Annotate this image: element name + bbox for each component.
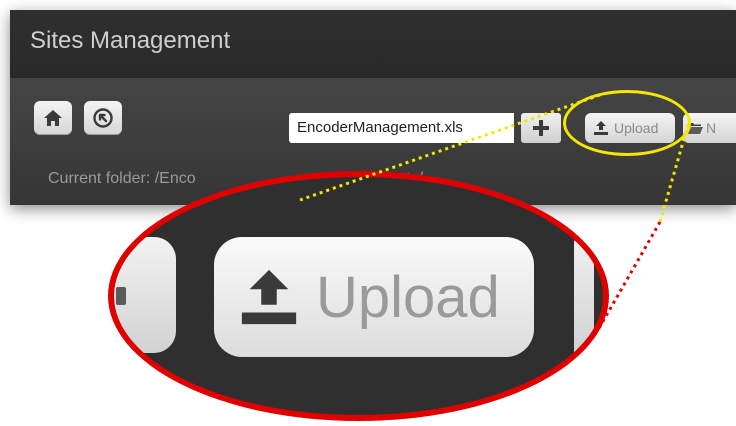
home-button[interactable]: [34, 101, 72, 135]
current-folder-prefix: Current folder: /Enco: [48, 170, 196, 187]
zoom-callout: Upload: [108, 171, 609, 421]
title-bar: Sites Management: [10, 10, 736, 78]
connector-red-right: [596, 221, 662, 331]
file-name-field[interactable]: EncoderManagement.xls: [289, 113, 514, 143]
circle-arrow-up-left-icon: [93, 108, 113, 128]
zoomed-upload-button: Upload: [214, 237, 534, 357]
home-icon: [44, 110, 62, 126]
plus-fragment-icon: [116, 287, 126, 305]
upload-icon: [241, 269, 297, 325]
new-folder-label: N: [706, 120, 717, 136]
highlight-ellipse: [563, 90, 691, 156]
zoom-plus-button-edge: [114, 237, 176, 353]
plus-icon: [533, 120, 549, 136]
zoom-next-button-edge: [574, 237, 594, 357]
page-title: Sites Management: [30, 27, 231, 54]
add-file-button[interactable]: [521, 113, 561, 143]
zoomed-upload-label: Upload: [316, 264, 500, 330]
new-folder-button[interactable]: N: [683, 113, 736, 143]
back-button[interactable]: [84, 101, 122, 135]
